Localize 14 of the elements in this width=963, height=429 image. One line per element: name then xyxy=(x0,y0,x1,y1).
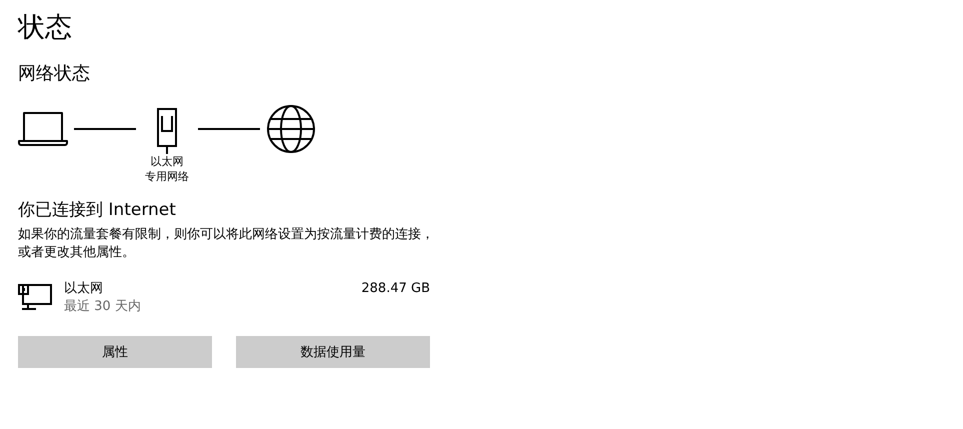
laptop-icon xyxy=(18,111,68,147)
connection-description: 如果你的流量套餐有限制，则你可以将此网络设置为按流量计费的连接，或者更改其他属性。 xyxy=(18,226,435,262)
usage-period: 最近 30 天内 xyxy=(64,298,142,316)
page-title: 状态 xyxy=(18,11,73,45)
network-label: 专用网络 xyxy=(145,169,189,184)
adapter-name: 以太网 xyxy=(64,280,104,298)
data-usage: 288.47 GB xyxy=(361,280,430,298)
data-usage-button[interactable]: 数据使用量 xyxy=(236,336,430,368)
adapter-label: 以太网 xyxy=(150,154,184,169)
properties-button[interactable]: 属性 xyxy=(18,336,212,368)
monitor-icon xyxy=(18,282,52,312)
globe-icon xyxy=(266,104,316,154)
section-title: 网络状态 xyxy=(18,62,91,86)
connection-heading: 你已连接到 Internet xyxy=(18,199,177,222)
